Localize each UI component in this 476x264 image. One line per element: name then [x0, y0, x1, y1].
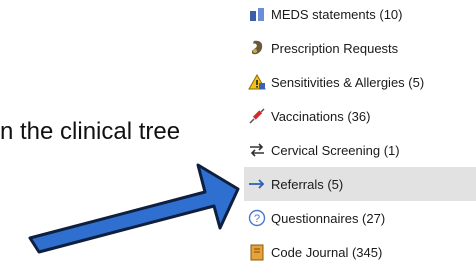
- tree-item-label: Prescription Requests: [271, 40, 399, 56]
- right-arrow-icon: [248, 175, 266, 193]
- journal-icon: [248, 243, 266, 261]
- prescription-request-icon: [248, 39, 266, 57]
- question-mark-icon: ?: [248, 209, 266, 227]
- tree-item-questionnaires[interactable]: ? Questionnaires (27): [244, 201, 476, 235]
- tree-item-code-journal[interactable]: Code Journal (345): [244, 235, 476, 264]
- svg-text:?: ?: [254, 213, 260, 225]
- tree-item-label: Cervical Screening (1): [271, 142, 400, 158]
- tree-item-label: Sensitivities & Allergies (5): [271, 74, 425, 90]
- syringe-icon: [248, 107, 266, 125]
- clinical-tree: MEDS statements (10) Prescription Reques…: [244, 0, 476, 264]
- annotation-caption: n the clinical tree: [0, 118, 181, 145]
- tree-item-label: MEDS statements (10): [271, 6, 403, 22]
- screening-arrows-icon: [248, 141, 266, 159]
- tree-item-prescription-requests[interactable]: Prescription Requests: [244, 31, 476, 65]
- medication-statement-icon: [248, 5, 266, 23]
- tree-item-label: Code Journal (345): [271, 244, 383, 260]
- tree-item-cervical-screening[interactable]: Cervical Screening (1): [244, 133, 476, 167]
- tree-item-referrals[interactable]: Referrals (5): [244, 167, 476, 201]
- tree-item-vaccinations[interactable]: Vaccinations (36): [244, 99, 476, 133]
- allergy-warning-icon: [248, 73, 266, 91]
- tree-item-meds-statements[interactable]: MEDS statements (10): [244, 0, 476, 31]
- tree-item-label: Questionnaires (27): [271, 210, 386, 226]
- tree-item-label: Referrals (5): [271, 176, 344, 192]
- tree-item-sensitivities-allergies[interactable]: Sensitivities & Allergies (5): [244, 65, 476, 99]
- tree-item-label: Vaccinations (36): [271, 108, 371, 124]
